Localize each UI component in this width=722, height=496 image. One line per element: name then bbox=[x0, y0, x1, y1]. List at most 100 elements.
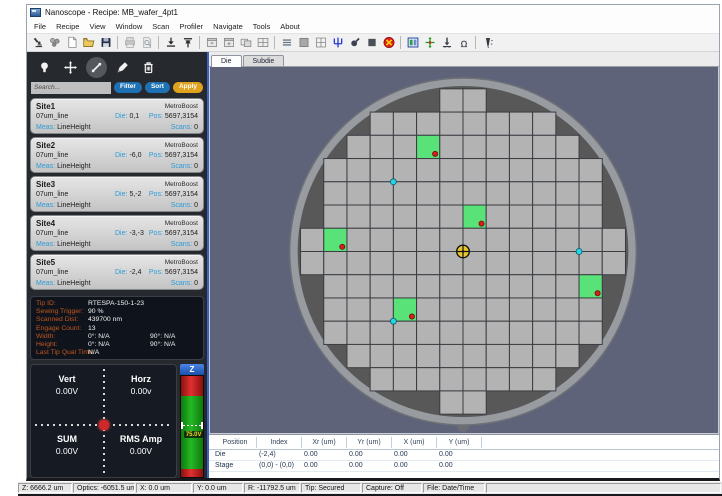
die-cell[interactable] bbox=[347, 298, 370, 321]
die-cell[interactable] bbox=[463, 275, 486, 298]
die-cell[interactable] bbox=[533, 368, 556, 391]
tab-subdie[interactable]: Subdie bbox=[243, 55, 285, 66]
die-cell[interactable] bbox=[417, 321, 440, 344]
withdraw-icon[interactable] bbox=[179, 35, 196, 50]
die-cell[interactable] bbox=[533, 275, 556, 298]
die-cell[interactable] bbox=[486, 321, 509, 344]
die-cell[interactable] bbox=[417, 251, 440, 274]
die-cell[interactable] bbox=[440, 368, 463, 391]
line-tool-icon[interactable] bbox=[86, 57, 107, 78]
die-cell[interactable] bbox=[579, 159, 602, 182]
die-cell[interactable] bbox=[440, 321, 463, 344]
wafer-window-icon[interactable] bbox=[404, 35, 421, 50]
die-cell[interactable] bbox=[533, 182, 556, 205]
die-cell[interactable] bbox=[370, 182, 393, 205]
image-square-icon[interactable] bbox=[295, 35, 312, 50]
die-cell[interactable] bbox=[440, 182, 463, 205]
open-folder-icon[interactable] bbox=[80, 35, 97, 50]
die-cell[interactable] bbox=[347, 182, 370, 205]
die-cell[interactable] bbox=[393, 182, 416, 205]
die-cell[interactable] bbox=[486, 159, 509, 182]
die-cell[interactable] bbox=[440, 89, 463, 112]
die-cell[interactable] bbox=[486, 298, 509, 321]
die-cell[interactable] bbox=[533, 205, 556, 228]
die-cell[interactable] bbox=[393, 159, 416, 182]
die-cell[interactable] bbox=[463, 159, 486, 182]
die-cell[interactable] bbox=[509, 182, 532, 205]
sort-button[interactable]: Sort bbox=[145, 82, 170, 93]
site-card[interactable]: Site4MetroBoost07um_lineDie:-3,-3Pos:569… bbox=[30, 215, 204, 251]
print-icon[interactable] bbox=[121, 35, 138, 50]
die-cell[interactable] bbox=[393, 321, 416, 344]
save-icon[interactable] bbox=[97, 35, 114, 50]
die-cell[interactable] bbox=[301, 251, 324, 274]
wafer-map-svg[interactable] bbox=[210, 67, 718, 433]
die-cell[interactable] bbox=[370, 159, 393, 182]
window-zoom-icon[interactable] bbox=[220, 35, 237, 50]
die-cell[interactable] bbox=[417, 275, 440, 298]
die-cell[interactable] bbox=[417, 182, 440, 205]
die-cell[interactable] bbox=[324, 298, 347, 321]
die-cell[interactable] bbox=[370, 368, 393, 391]
die-cell[interactable] bbox=[579, 251, 602, 274]
die-cell[interactable] bbox=[347, 251, 370, 274]
die-cell[interactable] bbox=[370, 228, 393, 251]
die-cell[interactable] bbox=[463, 321, 486, 344]
die-cell[interactable] bbox=[347, 228, 370, 251]
stop-square-icon[interactable] bbox=[363, 35, 380, 50]
die-cell[interactable] bbox=[370, 344, 393, 367]
die-cell[interactable] bbox=[370, 321, 393, 344]
die-cell[interactable] bbox=[602, 251, 625, 274]
die-cell[interactable] bbox=[417, 228, 440, 251]
die-cell[interactable] bbox=[393, 135, 416, 158]
menu-item-navigate[interactable]: Navigate bbox=[208, 21, 248, 32]
windows-cascade-icon[interactable] bbox=[237, 35, 254, 50]
trash-icon[interactable] bbox=[138, 57, 159, 78]
new-file-icon[interactable] bbox=[63, 35, 80, 50]
die-cell[interactable] bbox=[393, 112, 416, 135]
die-cell[interactable] bbox=[556, 321, 579, 344]
die-cell[interactable] bbox=[533, 159, 556, 182]
die-cell[interactable] bbox=[556, 159, 579, 182]
die-cell[interactable] bbox=[463, 368, 486, 391]
filter-button[interactable]: Filter bbox=[114, 82, 142, 93]
die-cell[interactable] bbox=[509, 298, 532, 321]
die-cell[interactable] bbox=[556, 344, 579, 367]
die-cell[interactable] bbox=[324, 251, 347, 274]
die-cell[interactable] bbox=[486, 112, 509, 135]
die-cell[interactable] bbox=[440, 205, 463, 228]
z-gauge-marker[interactable] bbox=[181, 422, 203, 429]
die-cell[interactable] bbox=[579, 321, 602, 344]
die-cell[interactable] bbox=[533, 135, 556, 158]
die-cell[interactable] bbox=[324, 275, 347, 298]
die-cell[interactable] bbox=[370, 251, 393, 274]
die-cell[interactable] bbox=[486, 344, 509, 367]
die-cell[interactable] bbox=[486, 368, 509, 391]
die-cell[interactable] bbox=[417, 159, 440, 182]
menu-item-file[interactable]: File bbox=[29, 21, 51, 32]
die-cell[interactable] bbox=[509, 321, 532, 344]
die-cell[interactable] bbox=[347, 275, 370, 298]
menu-item-view[interactable]: View bbox=[84, 21, 110, 32]
die-cell[interactable] bbox=[440, 391, 463, 414]
die-cell[interactable] bbox=[347, 321, 370, 344]
die-cell[interactable] bbox=[440, 275, 463, 298]
menu-item-recipe[interactable]: Recipe bbox=[51, 21, 84, 32]
die-cell[interactable] bbox=[556, 275, 579, 298]
die-cell[interactable] bbox=[579, 228, 602, 251]
site-card[interactable]: Site2MetroBoost07um_lineDie:-6,0Pos:5697… bbox=[30, 137, 204, 173]
tip-down-icon[interactable] bbox=[438, 35, 455, 50]
menu-item-window[interactable]: Window bbox=[111, 21, 148, 32]
die-cell[interactable] bbox=[393, 205, 416, 228]
stage-move-icon[interactable] bbox=[421, 35, 438, 50]
die-cell[interactable] bbox=[602, 228, 625, 251]
die-cell[interactable] bbox=[509, 368, 532, 391]
die-cell[interactable] bbox=[324, 159, 347, 182]
engage-icon[interactable] bbox=[162, 35, 179, 50]
die-cell[interactable] bbox=[370, 112, 393, 135]
die-cell[interactable] bbox=[556, 135, 579, 158]
microscope-icon[interactable] bbox=[29, 35, 46, 50]
die-cell[interactable] bbox=[324, 182, 347, 205]
die-cell[interactable] bbox=[417, 368, 440, 391]
die-cell[interactable] bbox=[509, 251, 532, 274]
